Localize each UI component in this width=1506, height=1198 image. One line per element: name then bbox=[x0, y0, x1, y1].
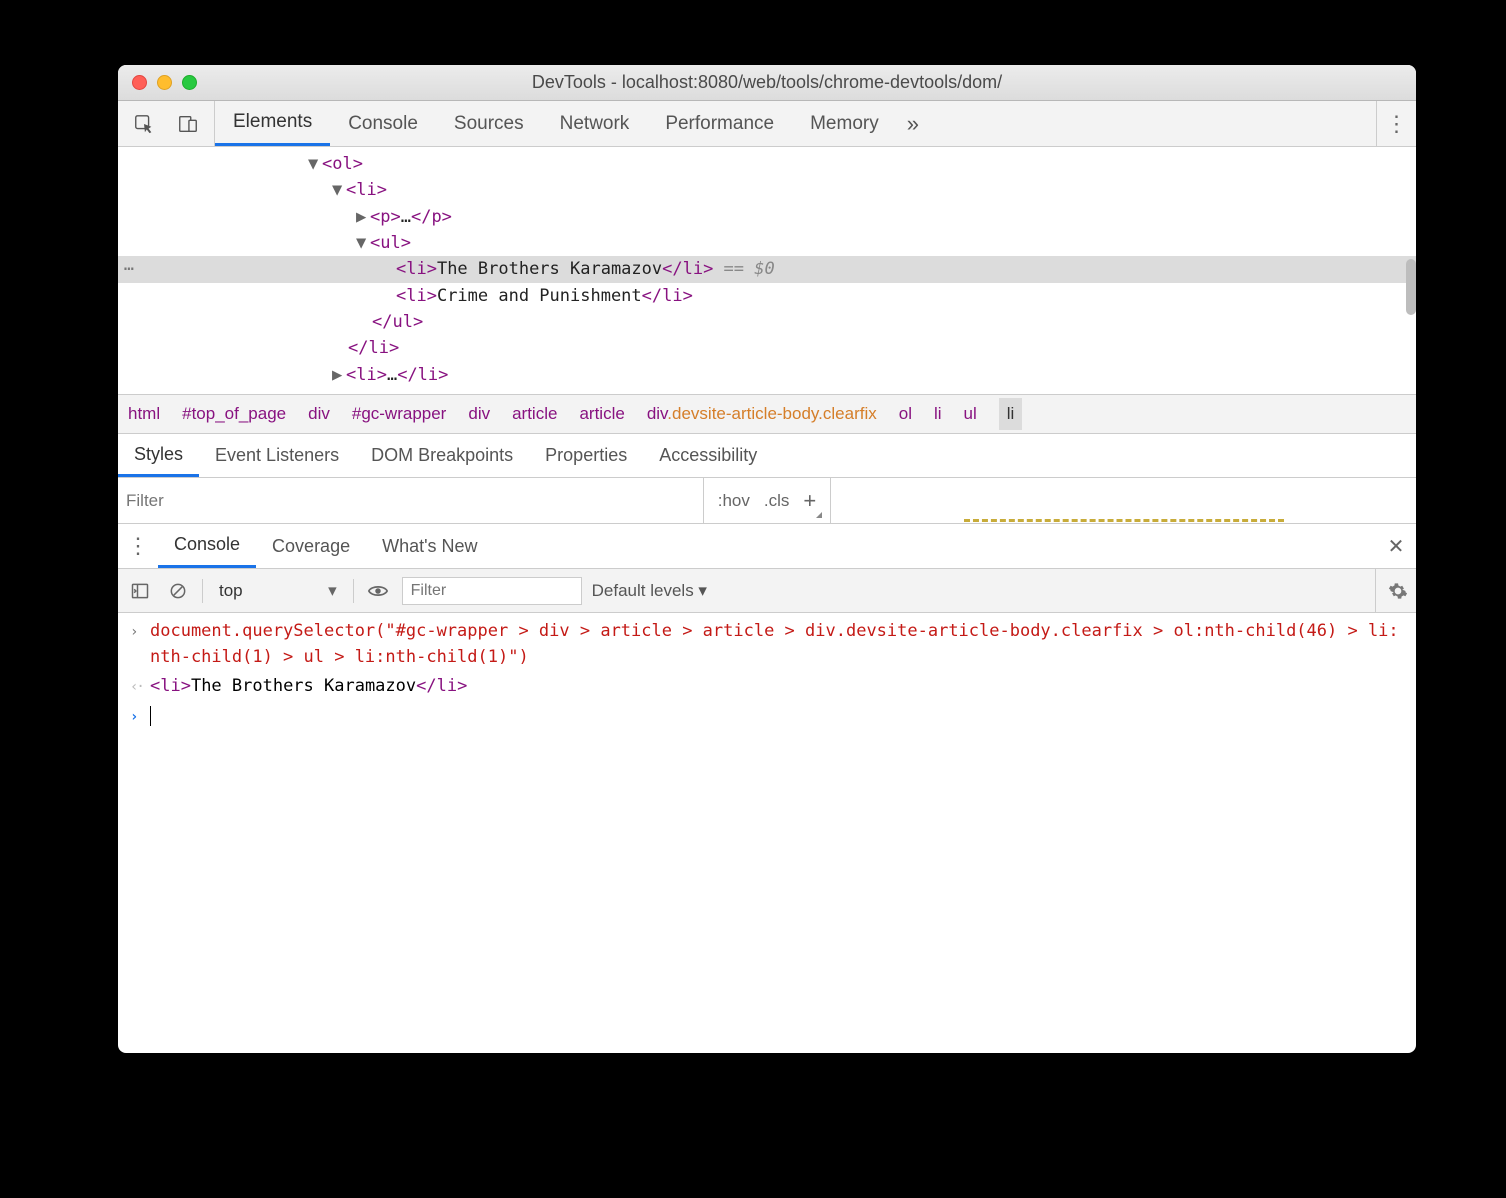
console-settings-icon[interactable] bbox=[1375, 569, 1408, 612]
prompt-icon bbox=[130, 704, 150, 728]
subtab-dom-breakpoints[interactable]: DOM Breakpoints bbox=[355, 434, 529, 477]
drawer-tab-bar: ⋮ ConsoleCoverageWhat's New ✕ bbox=[118, 524, 1416, 569]
styles-filter bbox=[118, 478, 704, 523]
devtools-window: DevTools - localhost:8080/web/tools/chro… bbox=[118, 65, 1416, 1053]
subtab-properties[interactable]: Properties bbox=[529, 434, 643, 477]
collapse-icon[interactable]: ▼ bbox=[308, 151, 322, 177]
styles-toolbar: :hov .cls + bbox=[118, 478, 1416, 524]
cursor bbox=[150, 706, 151, 726]
input-marker-icon bbox=[130, 619, 150, 643]
dom-node[interactable]: ▼<ul> bbox=[118, 230, 1416, 256]
console-filter-input[interactable] bbox=[402, 577, 582, 605]
close-drawer-icon[interactable]: ✕ bbox=[1376, 524, 1416, 568]
console-filter bbox=[402, 577, 582, 605]
settings-menu-icon[interactable]: ⋮ bbox=[1376, 101, 1416, 146]
cls-button[interactable]: .cls bbox=[764, 491, 790, 511]
minimize-icon[interactable] bbox=[157, 75, 172, 90]
tab-network[interactable]: Network bbox=[542, 101, 648, 146]
styles-preview bbox=[831, 478, 1416, 523]
dom-node[interactable]: ▼<ol> bbox=[118, 151, 1416, 177]
console-line[interactable]: document.querySelector("#gc-wrapper > di… bbox=[118, 617, 1416, 672]
console-toolbar: top Default levels ▾ bbox=[118, 569, 1416, 613]
styles-buttons: :hov .cls + bbox=[704, 478, 832, 523]
clear-console-icon[interactable] bbox=[164, 577, 192, 605]
drawer-tab-what-s-new[interactable]: What's New bbox=[366, 524, 493, 568]
log-levels-selector[interactable]: Default levels ▾ bbox=[592, 581, 707, 601]
tab-console[interactable]: Console bbox=[330, 101, 436, 146]
console-output[interactable]: document.querySelector("#gc-wrapper > di… bbox=[118, 613, 1416, 1053]
tab-sources[interactable]: Sources bbox=[436, 101, 542, 146]
console-sidebar-toggle-icon[interactable] bbox=[126, 577, 154, 605]
breadcrumb-item[interactable]: article bbox=[512, 404, 557, 424]
subtab-event-listeners[interactable]: Event Listeners bbox=[199, 434, 355, 477]
breadcrumb: html #top_of_page div #gc-wrapper div article… bbox=[118, 394, 1416, 434]
traffic-lights bbox=[118, 75, 197, 90]
breadcrumb-item[interactable]: ul bbox=[964, 404, 977, 424]
more-tabs-icon[interactable]: » bbox=[897, 101, 929, 146]
tab-performance[interactable]: Performance bbox=[647, 101, 792, 146]
dom-tree[interactable]: ▼<ol>▼<li>▶<p>…</p>▼<ul>⋯<li>The Brother… bbox=[118, 147, 1416, 394]
hov-button[interactable]: :hov bbox=[718, 491, 750, 511]
collapse-icon[interactable]: ▼ bbox=[356, 230, 370, 256]
breadcrumb-item[interactable]: #top_of_page bbox=[182, 404, 286, 424]
tab-memory[interactable]: Memory bbox=[792, 101, 897, 146]
more-actions-icon[interactable]: ⋯ bbox=[118, 256, 140, 282]
box-model-edge bbox=[964, 519, 1284, 523]
breadcrumb-item[interactable]: div bbox=[468, 404, 490, 424]
dom-node[interactable]: </li> bbox=[118, 335, 1416, 361]
tab-elements[interactable]: Elements bbox=[215, 101, 330, 146]
breadcrumb-item[interactable]: li bbox=[999, 398, 1023, 430]
subtab-styles[interactable]: Styles bbox=[118, 434, 199, 477]
elements-sub-tabs: StylesEvent ListenersDOM BreakpointsProp… bbox=[118, 434, 1416, 478]
console-line[interactable] bbox=[118, 702, 1416, 732]
titlebar: DevTools - localhost:8080/web/tools/chro… bbox=[118, 65, 1416, 101]
breadcrumb-item[interactable]: article bbox=[579, 404, 624, 424]
toolbar-icons bbox=[118, 101, 215, 146]
styles-filter-input[interactable] bbox=[126, 491, 695, 511]
device-toolbar-icon[interactable] bbox=[166, 101, 210, 146]
separator bbox=[353, 579, 354, 603]
close-icon[interactable] bbox=[132, 75, 147, 90]
expand-icon[interactable]: ▶ bbox=[356, 204, 370, 230]
breadcrumb-item[interactable]: html bbox=[128, 404, 160, 424]
breadcrumb-item[interactable]: ol bbox=[899, 404, 912, 424]
subtab-accessibility[interactable]: Accessibility bbox=[643, 434, 773, 477]
live-expression-icon[interactable] bbox=[364, 577, 392, 605]
breadcrumb-item[interactable]: li bbox=[934, 404, 942, 424]
breadcrumb-item[interactable]: div.devsite-article-body.clearfix bbox=[647, 404, 877, 424]
inspect-element-icon[interactable] bbox=[122, 101, 166, 146]
dom-node[interactable]: ▼<li> bbox=[118, 177, 1416, 203]
zoom-icon[interactable] bbox=[182, 75, 197, 90]
dom-node[interactable]: <li>Crime and Punishment</li> bbox=[118, 283, 1416, 309]
dom-node[interactable]: </ul> bbox=[118, 309, 1416, 335]
new-style-rule-button[interactable]: + bbox=[803, 488, 816, 514]
expand-icon[interactable]: ▶ bbox=[332, 362, 346, 388]
breadcrumb-item[interactable]: div bbox=[308, 404, 330, 424]
output-marker-icon bbox=[130, 674, 150, 698]
context-selector[interactable]: top bbox=[213, 581, 343, 601]
dom-node[interactable]: ▶<li>…</li> bbox=[118, 362, 1416, 388]
collapse-icon[interactable]: ▼ bbox=[332, 177, 346, 203]
dom-node[interactable]: ▶<p>…</p> bbox=[118, 204, 1416, 230]
console-line[interactable]: <li>The Brothers Karamazov</li> bbox=[118, 672, 1416, 702]
breadcrumb-item[interactable]: #gc-wrapper bbox=[352, 404, 447, 424]
drawer-tab-console[interactable]: Console bbox=[158, 524, 256, 568]
main-tab-bar: ElementsConsoleSourcesNetworkPerformance… bbox=[118, 101, 1416, 147]
drawer-menu-icon[interactable]: ⋮ bbox=[118, 524, 158, 568]
drawer-tab-coverage[interactable]: Coverage bbox=[256, 524, 366, 568]
separator bbox=[202, 579, 203, 603]
dom-node[interactable]: ⋯<li>The Brothers Karamazov</li> == $0 bbox=[118, 256, 1416, 282]
scrollbar-thumb[interactable] bbox=[1406, 259, 1416, 315]
window-title: DevTools - localhost:8080/web/tools/chro… bbox=[118, 72, 1416, 93]
